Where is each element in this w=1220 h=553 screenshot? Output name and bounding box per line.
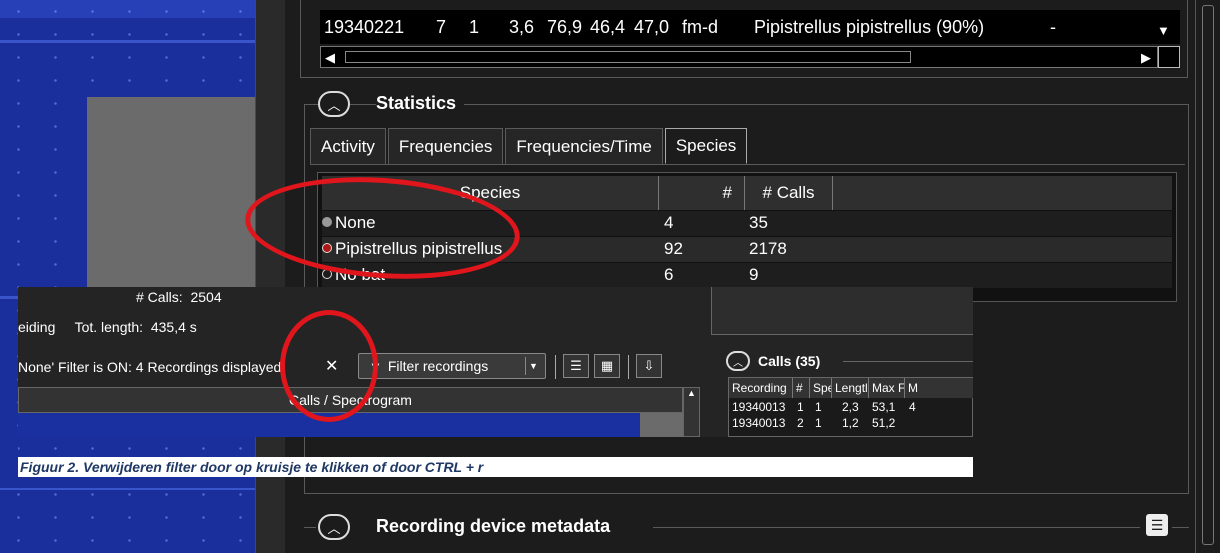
scroll-thumb[interactable] [345, 51, 911, 63]
column-header[interactable]: Recording [729, 378, 793, 398]
annotation-ring-clear-filter [280, 310, 378, 422]
tabs-divider [310, 164, 1185, 165]
scroll-left-icon[interactable]: ◀ [325, 50, 335, 66]
statistics-title: Statistics [376, 93, 465, 114]
statistics-collapse-icon[interactable]: ︿ [318, 91, 350, 117]
cell-species-number: 1 [469, 16, 480, 37]
export-icon[interactable]: ⇩ [636, 354, 662, 378]
calls-summary: # Calls: 2504 [136, 289, 222, 305]
statistics-tabs: Activity Frequencies Frequencies/Time Sp… [310, 128, 749, 164]
chevron-down-icon[interactable]: ▼ [525, 357, 541, 375]
calls-group: ︿ Calls (35) Recording # Spe Lengtl Max … [718, 349, 973, 437]
spectrogram-preview-gap [640, 413, 683, 437]
tab-frequencies-time[interactable]: Frequencies/Time [505, 128, 663, 164]
metadata-collapse-icon[interactable]: ︿ [318, 514, 350, 540]
column-header-count[interactable]: # [659, 176, 745, 210]
grid-icon[interactable]: ▦ [594, 354, 620, 378]
tab-frequencies[interactable]: Frequencies [387, 128, 504, 164]
species-calls: 2178 [749, 239, 787, 258]
cell-species: Pipistrellus pipistrellus (90%) [754, 16, 985, 37]
column-header[interactable]: Spe [810, 378, 832, 398]
cell-recording: 19340221 [324, 16, 405, 37]
species-calls: 9 [749, 265, 759, 284]
vertical-scrollbar[interactable] [1195, 0, 1220, 553]
column-header[interactable]: # [793, 378, 810, 398]
filter-recordings-button[interactable]: ▼ Filter recordings ▼ [358, 353, 546, 379]
column-header[interactable]: Lengtl [832, 378, 869, 398]
filter-status-text: None' Filter is ON: 4 Recordings display… [18, 359, 282, 375]
tab-species[interactable]: Species [664, 128, 748, 164]
cell-number: 7 [436, 16, 447, 37]
species-count: 6 [664, 265, 674, 284]
cell-peak-freq: 47,0 [634, 16, 670, 37]
filter-recordings-label: Filter recordings [387, 358, 489, 374]
scroll-up-icon[interactable]: ▲ [683, 387, 700, 437]
cell-max-freq: 76,9 [547, 16, 583, 37]
cell-min-freq: 46,4 [590, 16, 626, 37]
cell-call-type: fm-d [682, 16, 718, 37]
calls-title: Calls (35) [758, 353, 821, 369]
species-count: 92 [664, 239, 683, 258]
cell-length: 3,6 [509, 16, 535, 37]
horizontal-scrollbar[interactable]: ◀ ▶ [320, 46, 1158, 68]
column-header-calls[interactable]: # Calls [745, 176, 833, 210]
scroll-corner [1158, 46, 1180, 68]
tab-activity[interactable]: Activity [310, 128, 386, 164]
species-calls: 35 [749, 213, 768, 232]
scroll-right-icon[interactable]: ▶ [1141, 50, 1151, 66]
inset-screenshot: # Calls: 2504 eiding Tot. length: 435,4 … [18, 287, 973, 437]
document-icon[interactable]: ☰ [1146, 514, 1168, 536]
column-header[interactable]: Max F [869, 378, 905, 398]
calls-collapse-icon[interactable]: ︿ [726, 351, 750, 371]
species-count: 4 [664, 213, 674, 232]
calls-table: Recording # Spe Lengtl Max F M 19340013 … [728, 377, 973, 437]
spectrogram-overlay-grey [87, 97, 255, 287]
table-row[interactable]: 19340221 7 1 3,6 76,9 46,4 47,0 fm-d Pip… [320, 10, 1180, 44]
inset-tab-area [711, 287, 973, 335]
column-header[interactable]: M [905, 378, 973, 398]
metadata-title: Recording device metadata [376, 516, 611, 536]
list-icon[interactable]: ☰ [563, 354, 589, 378]
row-dropdown-icon[interactable]: ▼ [1157, 23, 1170, 38]
length-summary: eiding Tot. length: 435,4 s [18, 319, 197, 335]
cell-extra: - [1050, 16, 1056, 37]
figure-caption: Figuur 2. Verwijderen filter door op kru… [18, 457, 973, 477]
